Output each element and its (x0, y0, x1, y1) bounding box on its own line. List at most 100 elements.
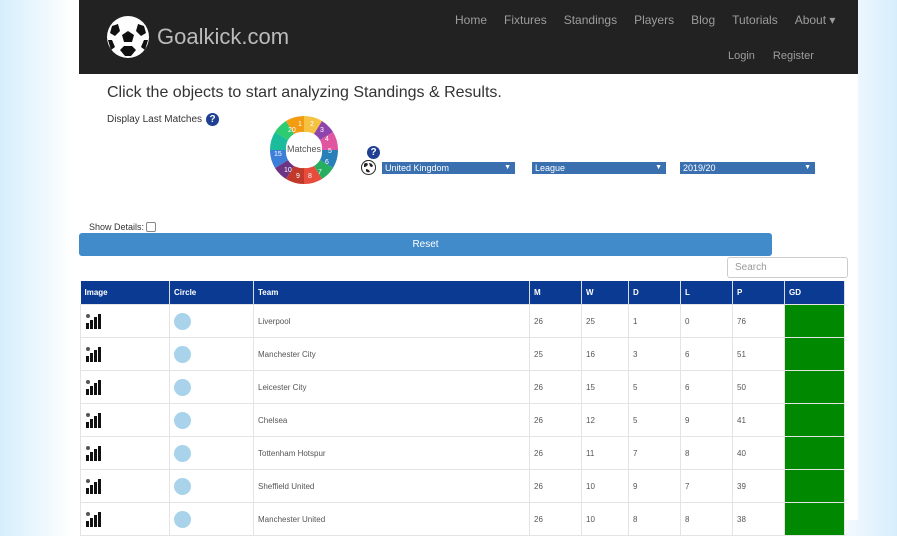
chevron-down-icon: ▼ (655, 164, 662, 171)
team-name[interactable]: Chelsea (253, 403, 530, 437)
table-row[interactable]: Liverpool 26 25 1 0 76 (80, 304, 845, 338)
season-select[interactable]: 2019/20 ▼ (680, 162, 815, 174)
form-bars-icon (86, 512, 101, 527)
nav-standings[interactable]: Standings (564, 13, 617, 27)
wheel-number: 9 (296, 173, 300, 180)
nav-home[interactable]: Home (455, 13, 487, 27)
column-header[interactable]: L (680, 281, 733, 305)
wheel-number: 2 (310, 121, 314, 128)
table-row[interactable]: Tottenham Hotspur 26 11 7 8 40 (80, 436, 845, 470)
team-circle[interactable] (174, 312, 191, 330)
points-cell: 50 (732, 370, 785, 404)
points-cell: 76 (732, 304, 785, 338)
team-circle[interactable] (174, 378, 191, 396)
table-header-row: Image Circle Team M W D L P GD (80, 281, 845, 305)
wheel-number: 15 (274, 151, 282, 158)
nav-fixtures[interactable]: Fixtures (504, 13, 547, 27)
form-bars-icon (86, 380, 101, 395)
team-circle[interactable] (174, 510, 191, 528)
goal-difference-cell (784, 304, 845, 338)
image-cell (80, 502, 170, 536)
team-name[interactable]: Manchester City (253, 337, 530, 371)
column-header[interactable]: M (529, 281, 582, 305)
wins-cell: 15 (581, 370, 629, 404)
wheel-number: 7 (318, 169, 322, 176)
season-select-value: 2019/20 (683, 163, 716, 173)
table-row[interactable]: Chelsea 26 12 5 9 41 (80, 403, 845, 437)
team-name[interactable]: Leicester City (253, 370, 530, 404)
column-header[interactable]: Team (253, 281, 530, 305)
nav-tutorials[interactable]: Tutorials (732, 13, 778, 27)
competition-select[interactable]: League ▼ (532, 162, 666, 174)
standings-table: Image Circle Team M W D L P GD Liverpool… (80, 281, 845, 536)
team-name[interactable]: Liverpool (253, 304, 530, 338)
team-name[interactable]: Sheffield United (253, 469, 530, 503)
team-name[interactable]: Tottenham Hotspur (253, 436, 530, 470)
goal-difference-cell (784, 370, 845, 404)
register-link[interactable]: Register (773, 50, 814, 62)
wheel-number: 5 (328, 148, 332, 155)
column-header[interactable]: Image (80, 281, 170, 305)
image-cell (80, 304, 170, 338)
goal-difference-cell (784, 403, 845, 437)
image-cell (80, 337, 170, 371)
losses-cell: 6 (680, 370, 733, 404)
page-headline: Click the objects to start analyzing Sta… (107, 84, 502, 101)
points-cell: 38 (732, 502, 785, 536)
column-header[interactable]: W (581, 281, 629, 305)
navbar: Goalkick.com Home Fixtures Standings Pla… (79, 0, 858, 74)
team-circle[interactable] (174, 345, 191, 363)
wins-cell: 10 (581, 469, 629, 503)
chevron-down-icon: ▼ (804, 164, 811, 171)
brand[interactable]: Goalkick.com (107, 16, 289, 58)
question-circle-icon[interactable]: ? (206, 113, 220, 126)
losses-cell: 0 (680, 304, 733, 338)
nav-blog[interactable]: Blog (691, 13, 715, 27)
table-row[interactable]: Sheffield United 26 10 9 7 39 (80, 469, 845, 503)
draws-cell: 9 (628, 469, 681, 503)
column-header[interactable]: P (732, 281, 785, 305)
matches-cell: 26 (529, 403, 582, 437)
losses-cell: 9 (680, 403, 733, 437)
team-circle[interactable] (174, 444, 191, 462)
losses-cell: 8 (680, 436, 733, 470)
table-row[interactable]: Leicester City 26 15 5 6 50 (80, 370, 845, 404)
nav-about-dropdown[interactable]: About ▾ (795, 13, 836, 27)
team-circle[interactable] (174, 477, 191, 495)
country-select-value: United Kingdom (385, 163, 450, 173)
show-details-checkbox[interactable] (146, 222, 157, 232)
reset-button[interactable]: Reset (79, 233, 772, 256)
nav-players[interactable]: Players (634, 13, 674, 27)
wins-cell: 12 (581, 403, 629, 437)
country-select[interactable]: United Kingdom ▼ (382, 162, 515, 174)
login-link[interactable]: Login (728, 50, 755, 62)
draws-cell: 1 (628, 304, 681, 338)
question-circle-icon[interactable]: ? (367, 146, 380, 159)
column-header[interactable]: D (628, 281, 681, 305)
image-cell (80, 436, 170, 470)
form-bars-icon (86, 446, 101, 461)
circle-cell (169, 304, 254, 338)
image-cell (80, 403, 170, 437)
wins-cell: 16 (581, 337, 629, 371)
losses-cell: 7 (680, 469, 733, 503)
points-cell: 39 (732, 469, 785, 503)
circle-cell (169, 403, 254, 437)
wheel-number: 8 (308, 173, 312, 180)
team-circle[interactable] (174, 411, 191, 429)
wheel-number: 6 (325, 159, 329, 166)
display-last-label: Display Last Matches (107, 114, 203, 125)
team-name[interactable]: Manchester United (253, 502, 530, 536)
matches-wheel[interactable]: Matches 20 1 2 3 4 5 6 7 8 9 10 15 (269, 112, 339, 188)
table-row[interactable]: Manchester City 25 16 3 6 51 (80, 337, 845, 371)
column-header[interactable]: Circle (169, 281, 254, 305)
goal-difference-cell (784, 469, 845, 503)
search-input[interactable]: Search (727, 257, 848, 278)
column-header[interactable]: GD (784, 281, 845, 305)
standings-body: Liverpool 26 25 1 0 76 Manchester City 2… (80, 304, 845, 536)
table-row[interactable]: Manchester United 26 10 8 8 38 (80, 502, 845, 536)
image-cell (80, 469, 170, 503)
globe-icon[interactable] (361, 160, 376, 175)
matches-cell: 26 (529, 436, 582, 470)
points-cell: 41 (732, 403, 785, 437)
